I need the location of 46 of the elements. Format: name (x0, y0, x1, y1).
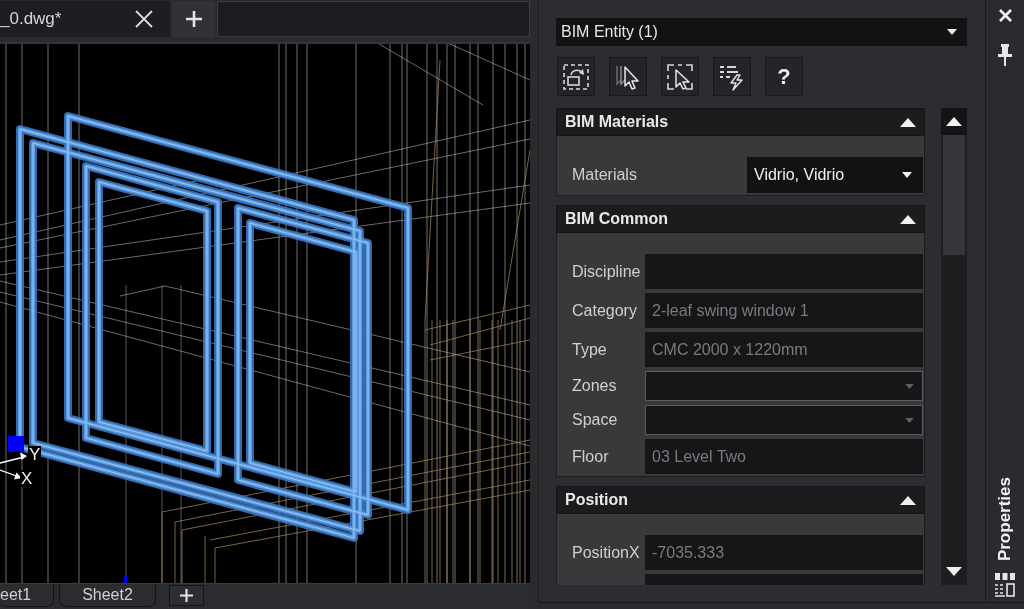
panel-grid-icon[interactable] (995, 573, 1015, 597)
help-button[interactable]: ? (765, 57, 803, 96)
property-label: PositionX (571, 542, 641, 563)
property-label: Zones (571, 376, 618, 396)
pick-tool-button[interactable] (609, 57, 647, 96)
sheet-tab[interactable]: Sheet2 (59, 584, 156, 607)
combo-box[interactable] (645, 405, 923, 435)
caret-down-icon (947, 29, 957, 35)
property-label: Floor (571, 446, 610, 467)
property-label: Category (571, 300, 638, 321)
caret-down-icon (902, 172, 912, 178)
property-label: Materials (571, 165, 638, 185)
property-label: Space (571, 410, 619, 430)
dropdown[interactable]: Vidrio, Vidrio (747, 157, 923, 193)
new-tab-button[interactable] (172, 1, 215, 37)
entity-dropdown[interactable]: BIM Entity (1) (556, 18, 967, 46)
add-sheet-button[interactable] (168, 585, 204, 606)
scrollbar-thumb[interactable] (943, 135, 965, 255)
close-icon[interactable] (135, 10, 153, 28)
section-header[interactable]: BIM Common (556, 205, 925, 233)
window-select-button[interactable] (661, 57, 699, 96)
plus-icon (179, 589, 193, 602)
axis-label: Y (28, 446, 42, 463)
section-header[interactable]: Position (556, 486, 925, 514)
quick-properties-button[interactable] (713, 57, 751, 96)
caret-down-icon (905, 417, 914, 423)
caret-up-icon[interactable] (900, 214, 916, 224)
property-label: Discipline (571, 261, 642, 282)
combo-box[interactable] (645, 371, 923, 401)
caret-down-icon (905, 383, 914, 389)
scroll-up-button[interactable] (941, 108, 967, 135)
axis-label: X (20, 470, 34, 487)
caret-down-icon (946, 566, 962, 576)
properties-tab[interactable]: Properties (995, 476, 1015, 561)
caret-up-icon[interactable] (900, 495, 916, 505)
section-header[interactable]: BIM Materials (556, 108, 925, 136)
caret-up-icon (946, 117, 962, 126)
dashed-frame-icon (562, 62, 590, 91)
pin-icon[interactable] (998, 44, 1012, 66)
caret-up-icon[interactable] (900, 117, 916, 127)
dashed-box-pointer-icon (666, 62, 694, 91)
property-label: Type (571, 339, 608, 360)
sheet-tab[interactable]: eet1 (0, 584, 55, 607)
select-tool-button[interactable] (557, 57, 595, 96)
plus-icon (185, 11, 202, 27)
document-tab[interactable]: _0.dwg* (0, 1, 170, 37)
